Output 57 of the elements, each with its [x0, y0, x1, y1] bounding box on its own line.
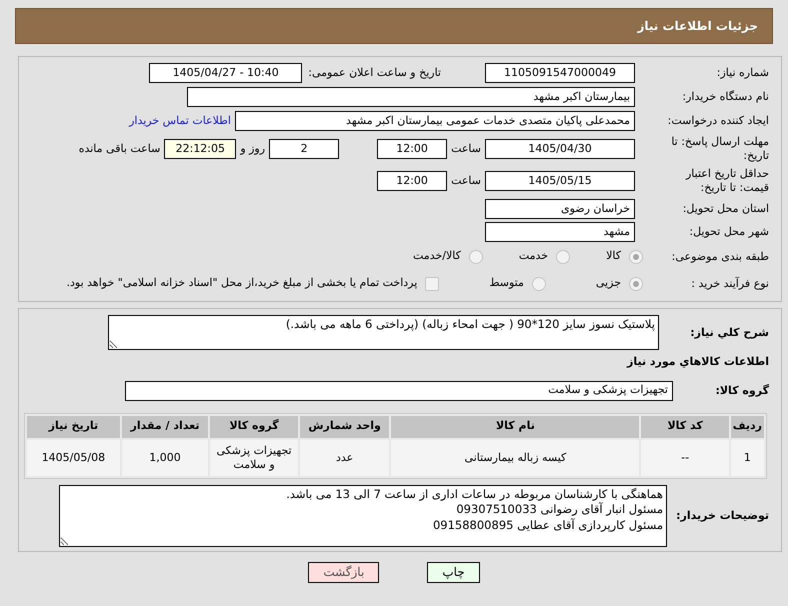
- validity-time-field: 12:00: [377, 171, 448, 191]
- action-button[interactable]: چاپ: [427, 562, 480, 582]
- table-cell: 1: [730, 440, 764, 476]
- field-label: گروه کالا:: [714, 384, 770, 398]
- table-cell: تجهیزات پزشکی و سلامت: [210, 440, 298, 476]
- action-button[interactable]: بازگشت: [308, 562, 380, 582]
- treasury-checkbox[interactable]: پرداخت تمام یا بخشی از مبلغ خرید،از محل "اسناد خزانه اسلامی" خواهد بود.: [66, 275, 440, 292]
- field-label: ساعت: [451, 172, 481, 189]
- days-field: 2: [269, 139, 340, 159]
- field-label: حداقل تاریخ اعتبار قیمت: تا تاریخ:: [684, 167, 770, 195]
- deadline-date-field: 1405/04/30: [485, 139, 635, 159]
- column-header: تاریخ نیاز: [27, 416, 120, 438]
- remaining-time-field: 22:12:05: [164, 139, 236, 159]
- column-header: واحد شمارش: [300, 416, 390, 438]
- group-field: تجهیزات پزشکی و سلامت: [125, 380, 673, 400]
- field-label: نوع فرآیند خرید :: [690, 276, 770, 290]
- radio-option[interactable]: متوسط: [489, 275, 546, 292]
- need-number-field: 1105091547000049: [485, 63, 635, 83]
- radio-option[interactable]: کالا: [606, 248, 643, 265]
- announce-date-field: 1405/04/27 - 10:40: [149, 63, 302, 83]
- radio-option[interactable]: جزیی: [596, 275, 643, 292]
- table-cell: کیسه زباله بیمارستانی: [391, 440, 640, 476]
- deadline-time-field: 12:00: [377, 139, 448, 159]
- notes-field[interactable]: هماهنگی با کارشناسان مربوطه در ساعات اداری از ساعت 7 الی 13 می باشد. مسئول انبار آقای رضوانی 09307510033 مسئول کارپردازی آقای عطایی 09158800895: [59, 484, 667, 546]
- field-label: طبقه بندی موضوعی:: [670, 250, 770, 264]
- contact-link[interactable]: اطلاعات تماس خریدار: [129, 112, 231, 130]
- table-cell: 1405/05/08: [27, 440, 120, 476]
- column-header: گروه کالا: [210, 416, 298, 438]
- field-label: شرح كلي نیاز:: [689, 326, 770, 340]
- field-label: توضیحات خریدار:: [675, 508, 770, 522]
- table-cell: عدد: [300, 440, 390, 476]
- province-field: خراسان رضوی: [485, 199, 635, 219]
- field-label: شماره نیاز:: [716, 66, 770, 80]
- column-header: تعداد / مقدار: [122, 416, 208, 438]
- column-header: کد کالا: [641, 416, 729, 438]
- requester-field: محمدعلی پاکیان متصدی خدمات عمومی بیمارستان اکبر مشهد: [235, 111, 635, 131]
- table-cell: 1,000: [122, 440, 208, 476]
- section-title: اطلاعات كالاهاي مورد نیاز: [627, 354, 769, 370]
- city-field: مشهد: [485, 222, 635, 242]
- field-label: ساعت باقی مانده: [78, 140, 160, 157]
- table-cell: --: [641, 440, 729, 476]
- field-label: استان محل تحویل:: [682, 202, 770, 216]
- field-label: تاریخ و ساعت اعلان عمومی:: [308, 64, 441, 81]
- page-title: جزئیات اطلاعات نیاز: [637, 18, 758, 35]
- validity-date-field: 1405/05/15: [485, 171, 635, 191]
- radio-option[interactable]: کالا/خدمت: [413, 248, 483, 265]
- field-label: مهلت ارسال پاسخ: تا تاریخ:: [670, 135, 770, 163]
- description-field[interactable]: پلاستیک نسوز سایز 120*90 ( جهت امحاء زباله) (پرداختی 6 ماهه می باشد.): [108, 315, 659, 350]
- radio-option[interactable]: خدمت: [518, 248, 570, 265]
- column-header: ردیف: [730, 416, 764, 438]
- field-label: شهر محل تحویل:: [688, 225, 770, 239]
- field-label: ایجاد کننده درخواست:: [666, 114, 770, 128]
- field-label: ساعت: [451, 140, 481, 157]
- column-header: نام کالا: [391, 416, 640, 438]
- field-label: روز و: [240, 140, 266, 157]
- field-label: نام دستگاه خریدار:: [681, 90, 770, 104]
- buyer-field: بیمارستان اکبر مشهد: [187, 87, 635, 107]
